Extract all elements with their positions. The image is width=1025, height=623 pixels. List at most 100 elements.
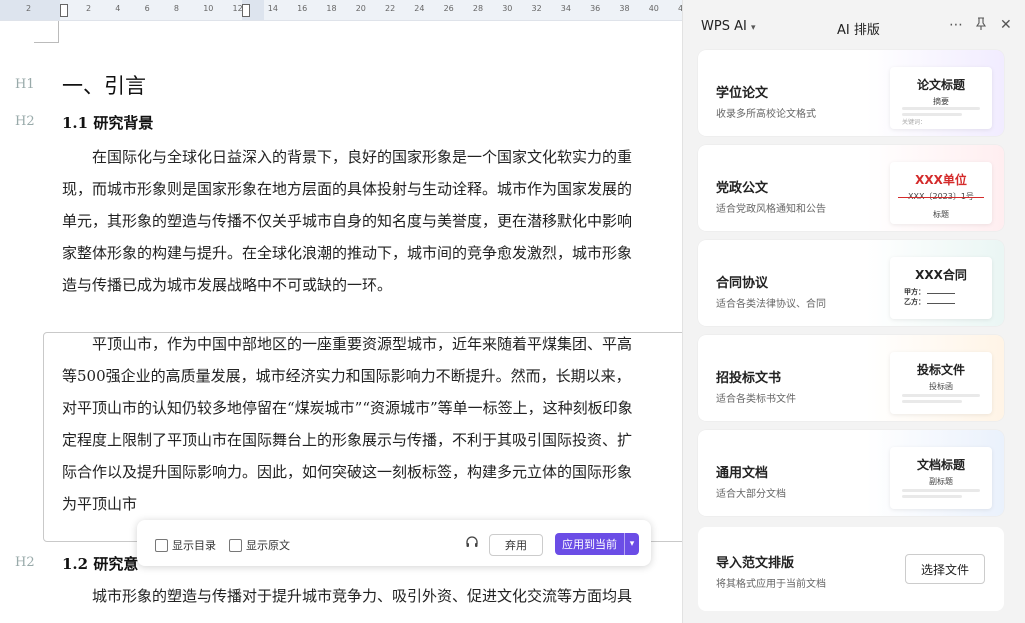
card-desc: 将其格式应用于当前文档 <box>716 579 826 590</box>
paragraph-1[interactable]: 在国际化与全球化日益深入的背景下，良好的国家形象是一个国家文化软实力的重 现，而… <box>62 141 632 301</box>
paragraph-2[interactable]: 平顶山市，作为中国中部地区的一座重要资源型城市，近年来随着平煤集团、平高 等50… <box>62 328 633 520</box>
template-card-contract[interactable]: 合同协议 适合各类法律协议、合同 XXX合同 甲方： 乙方： <box>698 240 1004 326</box>
apply-label: 应用到当前 <box>562 538 617 551</box>
text-line: 为平顶山市 <box>62 495 138 513</box>
text-line: 单元，其形象的塑造与传播不仅关乎城市自身的知名度与美誉度，更在潜移默化中影响 <box>62 212 633 230</box>
template-card-bidding[interactable]: 招投标文书 适合各类标书文件 投标文件 投标函 <box>698 335 1004 421</box>
ruler-tick-label: 6 <box>144 4 150 13</box>
text-line: 际合作以及提升国际影响力。因此，如何突破这一刻板标签，构建多元立体的国际形象 <box>62 463 633 481</box>
show-toc-checkbox[interactable]: 显示目录 <box>155 537 216 553</box>
ruler-tick-label: 24 <box>414 4 425 13</box>
party-a-label: 甲方： <box>904 288 925 296</box>
choose-file-button[interactable]: 选择文件 <box>905 554 985 584</box>
red-divider <box>898 197 984 198</box>
heading-level-mark: H2 <box>15 555 35 570</box>
ruler-tick-label: 2 <box>86 4 92 13</box>
thumb-title: 文档标题 <box>916 458 965 472</box>
card-title: 合同协议 <box>716 276 769 291</box>
thumb-subtitle: 副标题 <box>929 477 953 486</box>
card-desc: 适合各类法律协议、合同 <box>716 299 826 310</box>
ruler-tick-label: 18 <box>326 4 337 13</box>
page-corner-mark <box>34 42 59 43</box>
horizontal-ruler[interactable]: 224681012141618202224262830323436384042 <box>0 0 682 21</box>
thumb-subtitle: 投标函 <box>929 382 953 391</box>
text-line: 定程度上限制了平顶山市在国际舞台上的形象展示与传播，不利于其吸引国际投资、扩 <box>62 431 633 449</box>
ai-layout-panel: WPS AI ▾ AI 排版 ⋯ ✕ 学位论文 收录多所高校论文格式 论文标题 … <box>682 0 1025 623</box>
heading-2[interactable]: 1.1 研究背景 <box>62 112 153 133</box>
card-title: 学位论文 <box>716 86 769 101</box>
show-original-checkbox[interactable]: 显示原文 <box>229 537 290 553</box>
party-b-label: 乙方： <box>904 298 925 306</box>
text-line: 在国际化与全球化日益深入的背景下，良好的国家形象是一个国家文化软实力的重 <box>62 148 633 166</box>
ruler-tick-label: 8 <box>173 4 179 13</box>
indent-marker-icon[interactable] <box>60 4 68 17</box>
template-card-thesis[interactable]: 学位论文 收录多所高校论文格式 论文标题 摘要 关键词： <box>698 50 1004 136</box>
template-card-general[interactable]: 通用文档 适合大部分文档 文档标题 副标题 <box>698 430 1004 516</box>
brand-menu[interactable]: WPS AI ▾ <box>701 19 755 34</box>
ruler-tick-label: 20 <box>355 4 366 13</box>
panel-title: AI 排版 <box>837 23 880 38</box>
right-indent-marker-icon[interactable] <box>242 4 250 17</box>
template-thumbnail: 文档标题 副标题 <box>890 447 992 509</box>
thumb-keywords: 关键词： <box>902 119 927 126</box>
text-line: 对平顶山市的认知仍较多地停留在“煤炭城市”“资源城市”等单一标签上，这种刻板印象 <box>62 399 633 417</box>
heading-level-mark: H1 <box>15 77 35 92</box>
close-icon[interactable]: ✕ <box>1000 17 1012 33</box>
text-line: 现，而城市形象则是国家形象在地方层面的具体投射与生动诠释。城市作为国家发展的 <box>62 180 633 198</box>
template-thumbnail: XXX单位 XXX〔2023〕1号 标题 <box>890 162 992 224</box>
template-thumbnail: 投标文件 投标函 <box>890 352 992 414</box>
card-title: 招投标文书 <box>716 371 782 386</box>
template-thumbnail: 论文标题 摘要 关键词： <box>890 67 992 129</box>
ruler-tick-label: 28 <box>472 4 484 13</box>
heading-1[interactable]: 一、引言 <box>62 70 146 100</box>
ruler-tick-label: 10 <box>203 4 214 13</box>
text-line: 平顶山市，作为中国中部地区的一座重要资源型城市，近年来随着平煤集团、平高 <box>62 335 633 353</box>
thumb-subtitle: 摘要 <box>933 97 949 106</box>
ruler-tick-label: 40 <box>648 4 659 13</box>
discard-button[interactable]: 弃用 <box>489 534 543 556</box>
ruler-tick-label: 34 <box>560 4 571 13</box>
card-desc: 适合各类标书文件 <box>716 394 796 405</box>
thumb-title: XXX单位 <box>915 173 967 187</box>
party-b-line: 乙方： <box>904 297 955 307</box>
card-title: 通用文档 <box>716 466 769 481</box>
apply-to-current-button[interactable]: 应用到当前 ▾ <box>555 533 639 555</box>
headset-icon[interactable] <box>465 535 479 553</box>
template-thumbnail: XXX合同 甲方： 乙方： <box>890 257 992 319</box>
ruler-tick-label: 38 <box>619 4 630 13</box>
brand-label: WPS AI <box>701 19 747 34</box>
show-original-label: 显示原文 <box>246 539 290 552</box>
ruler-tick-label: 30 <box>502 4 513 13</box>
text-line: 等500强企业的高质量发展，城市经济实力和国际影响力不断提升。然而，长期以来， <box>62 367 631 385</box>
checkbox-icon <box>229 538 242 552</box>
card-title: 导入范文排版 <box>716 556 795 571</box>
ruler-tick-label: 4 <box>115 4 121 13</box>
card-desc: 适合党政风格通知和公告 <box>716 204 826 215</box>
show-toc-label: 显示目录 <box>172 539 216 552</box>
card-desc: 适合大部分文档 <box>716 489 786 500</box>
heading-2[interactable]: 1.2 研究意 <box>62 553 138 574</box>
thumb-line <box>902 107 980 110</box>
ruler-tick-label: 2 <box>26 4 32 13</box>
text-line: 家整体形象的构建与提升。在全球化浪潮的推动下，城市间的竞争愈发激烈，城市形象 <box>62 244 633 262</box>
chevron-down-icon[interactable]: ▾ <box>624 533 639 555</box>
thumb-line <box>902 113 962 116</box>
more-icon[interactable]: ⋯ <box>949 17 963 33</box>
document-area[interactable]: 224681012141618202224262830323436384042 … <box>0 0 682 623</box>
thumb-title: 论文标题 <box>916 78 965 92</box>
thumb-line <box>902 489 980 492</box>
text-line: 城市形象的塑造与传播对于提升城市竞争力、吸引外资、促进文化交流等方面均具 <box>62 587 633 605</box>
thumb-line <box>902 495 962 498</box>
paragraph-3[interactable]: 城市形象的塑造与传播对于提升城市竞争力、吸引外资、促进文化交流等方面均具 <box>62 580 632 612</box>
text-line: 造与传播已成为城市发展战略中不可或缺的一环。 <box>62 276 393 294</box>
thumb-title: 投标文件 <box>916 363 965 377</box>
thumb-line <box>902 400 962 403</box>
ruler-tick-label: 22 <box>385 4 396 13</box>
heading-level-mark: H2 <box>15 114 35 129</box>
ruler-tick-label: 26 <box>443 4 454 13</box>
template-card-official[interactable]: 党政公文 适合党政风格通知和公告 XXX单位 XXX〔2023〕1号 标题 <box>698 145 1004 231</box>
pin-icon[interactable] <box>975 17 987 35</box>
chevron-down-icon: ▾ <box>750 23 756 33</box>
ruler-tick-label: 16 <box>297 4 308 13</box>
card-title: 党政公文 <box>716 181 769 196</box>
